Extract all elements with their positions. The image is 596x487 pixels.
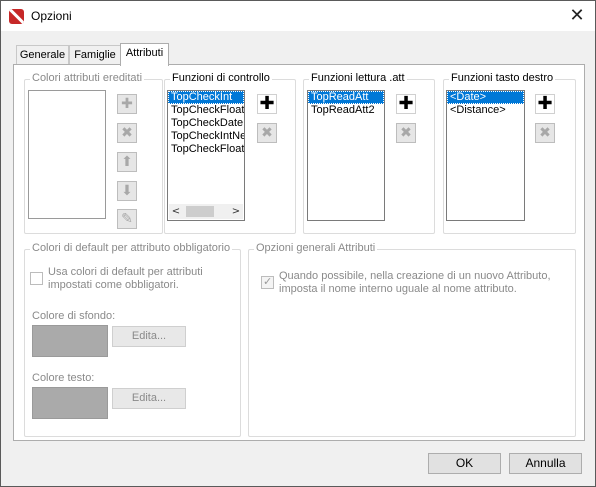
use-default-colors-checkbox [30,272,43,285]
edit-text-color-button: Edita... [112,388,186,409]
add-right-key-function-button[interactable]: ✚ [535,94,555,114]
ok-button[interactable]: OK [428,453,501,474]
label-line: imposta il nome interno uguale al nome a… [279,283,517,295]
list-item[interactable]: TopCheckIntNe [168,130,244,143]
use-default-colors-label: Usa colori di default per attributi impo… [48,266,203,292]
remove-read-function-button[interactable]: ✖ [396,123,416,143]
list-item[interactable]: TopCheckFloat [168,104,244,117]
scroll-left-icon[interactable]: < [169,204,183,219]
move-down-button: ⬇ [117,181,137,201]
options-dialog: Opzioni ✕ Generale Famiglie Attributi Co… [0,0,596,487]
arrow-down-icon: ⬇ [121,183,133,199]
tab-generale[interactable]: Generale [16,45,69,65]
inherited-colors-list [28,90,106,219]
list-item[interactable]: <Date> [447,91,524,104]
right-key-functions-list[interactable]: <Date> <Distance> [446,90,525,221]
tab-label: Attributi [125,47,164,59]
label-line: impostati come obbligatori. [48,279,179,291]
group-title: Funzioni tasto destro [449,72,556,84]
remove-inherited-button: ✖ [117,123,137,143]
close-icon: ✖ [400,125,412,141]
close-icon: ✖ [121,125,133,141]
text-color-label: Colore testo: [32,372,95,384]
control-functions-list[interactable]: TopCheckInt TopCheckFloat TopCheckDate T… [167,90,245,221]
add-read-function-button[interactable]: ✚ [396,94,416,114]
group-title: Colori di default per attributo obbligat… [30,242,233,254]
edit-bg-color-button: Edita... [112,326,186,347]
scroll-right-icon[interactable]: > [229,204,243,219]
close-window-icon[interactable]: ✕ [563,4,591,28]
tab-attributi[interactable]: Attributi [120,43,169,66]
close-icon: ✖ [261,125,273,141]
pencil-icon: ✎ [121,211,133,227]
list-item[interactable]: TopCheckDate [168,117,244,130]
group-title: Funzioni lettura .att [309,72,407,84]
plus-icon: ✚ [398,93,414,114]
remove-control-function-button[interactable]: ✖ [257,123,277,143]
group-title: Funzioni di controllo [170,72,272,84]
plus-icon: ✚ [259,93,275,114]
add-inherited-button: ✚ [117,94,137,114]
title-bar: Opzioni ✕ [1,1,595,31]
label-line: Quando possibile, nella creazione di un … [279,270,551,282]
list-item[interactable]: TopReadAtt [308,91,384,104]
bg-color-swatch [32,325,108,357]
remove-right-key-function-button[interactable]: ✖ [535,123,555,143]
text-color-swatch [32,387,108,419]
group-title: Colori attributi ereditati [30,72,145,84]
arrow-up-icon: ⬆ [121,154,133,170]
read-functions-list[interactable]: TopReadAtt TopReadAtt2 [307,90,385,221]
tab-famiglie[interactable]: Famiglie [69,45,121,65]
app-logo-icon [9,9,24,24]
attributi-panel: Colori attributi ereditati ✚ ✖ ⬆ ⬇ ✎ Fun… [13,64,585,441]
add-control-function-button[interactable]: ✚ [257,94,277,114]
same-name-label: Quando possibile, nella creazione di un … [279,270,551,296]
horizontal-scrollbar[interactable]: < > [169,204,243,219]
close-icon: ✖ [539,125,551,141]
list-item[interactable]: TopReadAtt2 [308,104,384,117]
plus-icon: ✚ [121,96,133,112]
same-name-checkbox [261,275,274,289]
move-up-button: ⬆ [117,152,137,172]
cancel-button[interactable]: Annulla [509,453,582,474]
bg-color-label: Colore di sfondo: [32,310,116,322]
scroll-thumb[interactable] [186,206,214,217]
edit-inherited-button: ✎ [117,209,137,229]
label-line: Usa colori di default per attributi [48,266,203,278]
tab-label: Generale [19,49,66,61]
tab-label: Famiglie [74,49,116,61]
group-title: Opzioni generali Attributi [254,242,378,254]
window-title: Opzioni [31,9,72,23]
list-item[interactable]: TopCheckInt [168,91,244,104]
list-item[interactable]: TopCheckFloat [168,143,244,156]
list-item[interactable]: <Distance> [447,104,524,117]
plus-icon: ✚ [537,93,553,114]
